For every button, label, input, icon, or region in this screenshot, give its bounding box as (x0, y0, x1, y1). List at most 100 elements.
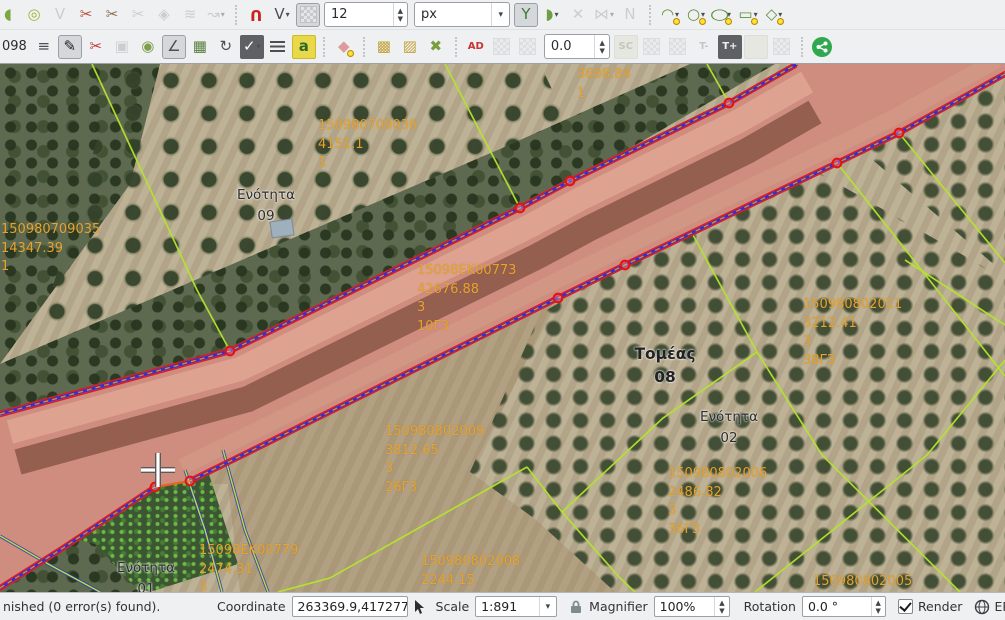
new-feature-star-icon (347, 50, 354, 57)
parcel-boundary-line (92, 64, 230, 351)
parcel-label: 1509807090364151.11 (318, 117, 417, 173)
chevron-down-icon[interactable]: ▾ (221, 10, 225, 19)
chevron-down-icon[interactable]: ▾ (554, 10, 558, 19)
snapping-options-icon[interactable]: U (244, 3, 268, 27)
add-record-icon[interactable]: ▦ (188, 35, 212, 59)
globe-crs-icon[interactable] (974, 599, 990, 615)
chevron-down-icon[interactable]: ▾ (539, 597, 557, 616)
share-icon[interactable] (810, 35, 834, 59)
build-tools-icon[interactable]: ✖ (424, 35, 448, 59)
parcel-boundary-line (693, 235, 757, 352)
tracing-icon[interactable]: Y (514, 3, 538, 27)
toggle-editing-icon[interactable]: ✎ (58, 35, 82, 59)
lock-scale-icon[interactable] (569, 599, 583, 614)
split-features-icon[interactable]: ✂ (84, 35, 108, 59)
reshape-features-icon[interactable]: ≋ (178, 3, 202, 27)
disabled-plugin-1-icon[interactable] (490, 35, 514, 59)
disabled-plugin-3-icon[interactable] (640, 35, 664, 59)
chevron-down-icon[interactable]: ▾ (257, 42, 261, 51)
add-ellipse-icon[interactable]: ○▾ (710, 3, 734, 27)
angle-spinbox[interactable]: 0.0▲▼ (544, 34, 610, 59)
parcel-label: 1509808020113212.41338Γ3 (803, 296, 902, 370)
spin-arrows-icon[interactable]: ▲▼ (393, 3, 407, 26)
split-features-icon[interactable]: ✂ (74, 3, 98, 27)
avoid-intersections-icon[interactable]: ◗▾ (540, 3, 564, 27)
toolbar-separator (323, 37, 325, 57)
add-circular-string-icon[interactable]: ◠▾ (658, 3, 682, 27)
toolbar-separator (363, 37, 365, 57)
parcel-boundary-line (755, 360, 1005, 592)
merge-features-icon[interactable]: ✂ (126, 3, 150, 27)
add-rectangle-icon[interactable]: ▭▾ (736, 3, 760, 27)
cube-export-icon[interactable]: ▩ (372, 35, 396, 59)
snapping-units-combo[interactable]: px▾ (414, 2, 510, 27)
vertex-marker (516, 204, 525, 213)
parcel-label: 1509808020062486.82336Γ3 (668, 465, 767, 539)
move-feature-icon[interactable]: ◎ (22, 3, 46, 27)
disabled-plugin-2-icon[interactable] (516, 35, 540, 59)
disabled-plugin-5-icon[interactable] (744, 35, 768, 59)
snapping-tolerance-spinbox[interactable]: 12▲▼ (324, 2, 408, 27)
parcel-label: 1509808020082244.15 (421, 553, 520, 590)
scale-label: Scale (436, 599, 470, 614)
labeling-icon[interactable]: a (292, 35, 316, 59)
delete-part-icon[interactable]: ✕ (566, 3, 590, 27)
toolbar-separator (649, 5, 651, 25)
offset-curve-icon[interactable]: ↝▾ (204, 3, 228, 27)
toolbar-digitizing: ◖◎V✂✂✂◈≋↝▾UV▾12▲▼px▾Y◗▾✕⋈▾N◠▾○▾○▾▭▾◇▾ (0, 0, 1005, 30)
vertex-marker (226, 347, 235, 356)
spin-arrows-icon[interactable]: ▲▼ (871, 597, 885, 616)
text-minus-icon[interactable]: T- (692, 35, 716, 59)
render-checkbox[interactable] (898, 599, 913, 614)
select-checkbox-icon[interactable]: ✓▾ (240, 35, 264, 59)
chevron-down-icon[interactable]: ▾ (286, 10, 290, 19)
attribute-list-icon[interactable] (266, 35, 290, 59)
parcel-boundary-line (445, 64, 520, 208)
spin-arrows-icon[interactable]: ▲▼ (594, 35, 608, 58)
snapping-type-icon[interactable]: V▾ (270, 3, 294, 27)
split-parts-icon[interactable]: ✂ (100, 3, 124, 27)
disabled-plugin-6-icon[interactable] (770, 35, 794, 59)
coordinate-extent-toggle-icon[interactable] (412, 599, 428, 615)
ad-plugin-icon[interactable]: AD (464, 35, 488, 59)
cube-import-icon[interactable]: ▨ (398, 35, 422, 59)
snapping-texture-toggle[interactable] (296, 3, 320, 27)
scale-combobox[interactable]: 1:891 ▾ (475, 596, 557, 617)
copy-features-icon[interactable]: ◉ (136, 35, 160, 59)
flip-line-icon[interactable]: ⋈▾ (592, 3, 616, 27)
spin-arrows-icon[interactable]: ▾ (491, 3, 509, 26)
new-feature-star-icon (699, 18, 706, 25)
spin-arrows-icon[interactable]: ▲▼ (714, 597, 728, 616)
vertex-tool-icon[interactable]: V (48, 3, 72, 27)
toolbar-separator (235, 5, 237, 25)
parcel-label: 15098070903514347.391 (1, 221, 100, 277)
epsg-crs-text[interactable]: EPSG:210 (994, 599, 1005, 614)
parcel-boundary-line (899, 133, 1005, 263)
add-circle-icon[interactable]: ○▾ (684, 3, 708, 27)
parcel-boundary-line (527, 467, 562, 512)
sc-plugin-icon[interactable]: SC (614, 35, 638, 59)
vertex-marker (725, 99, 734, 108)
rotation-label: Rotation (744, 599, 796, 614)
digitize-freehand-icon[interactable]: ◖ (0, 3, 20, 27)
layer-name-clipped: 098 (2, 39, 27, 54)
rotation-spinbox[interactable]: 0.0 ° ▲▼ (802, 596, 886, 617)
disabled-plugin-4-icon[interactable] (666, 35, 690, 59)
area-label: Τομέας08 (634, 343, 695, 389)
merge-attributes-icon[interactable]: ◈ (152, 3, 176, 27)
rotate-feature-icon[interactable]: ↻ (214, 35, 238, 59)
polygon-overlay-icon[interactable]: ◆ (332, 35, 356, 59)
map-canvas[interactable]: 1509807090364151.113698.8411509807090351… (0, 64, 1005, 592)
trim-extend-icon[interactable]: N (618, 3, 642, 27)
parcel-boundary-line (905, 260, 1005, 325)
paste-features-icon[interactable]: ▣ (110, 35, 134, 59)
text-plus-icon[interactable]: T+ (718, 35, 742, 59)
toolbar-separator (801, 37, 803, 57)
magnifier-spinbox[interactable]: 100% ▲▼ (654, 596, 730, 617)
current-edits-icon[interactable]: ≡ (32, 35, 56, 59)
chevron-down-icon[interactable]: ▾ (610, 10, 614, 19)
advanced-digitizing-panel-icon[interactable]: ∠ (162, 35, 186, 59)
coordinate-input[interactable]: 263369.9,4172779.6 (292, 596, 408, 617)
magnifier-label: Magnifier (589, 599, 647, 614)
add-regular-polygon-icon[interactable]: ◇▾ (762, 3, 786, 27)
